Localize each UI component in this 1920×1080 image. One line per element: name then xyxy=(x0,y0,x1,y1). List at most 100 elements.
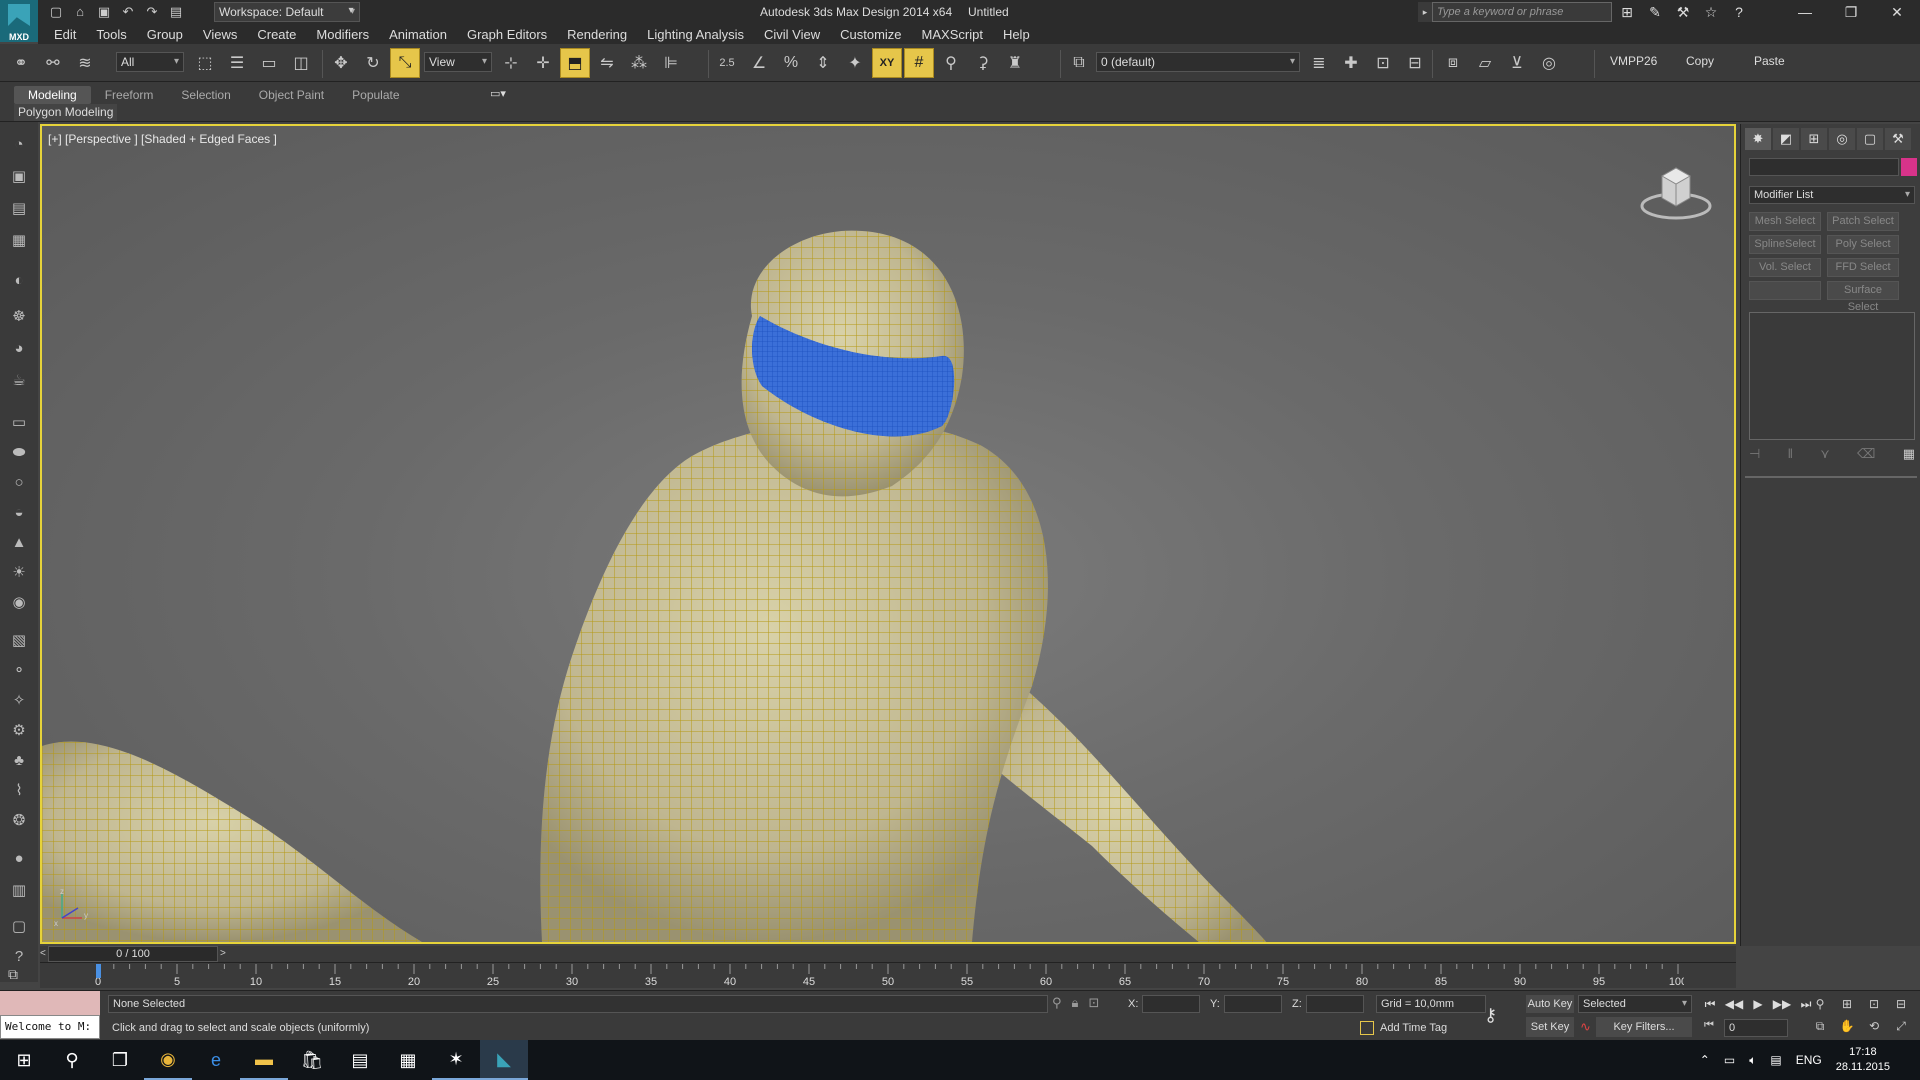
move-icon[interactable]: ✥ xyxy=(326,48,356,78)
remove-modifier-icon[interactable]: ⌫ xyxy=(1857,446,1875,466)
menu-create[interactable]: Create xyxy=(257,27,296,42)
volume-icon[interactable]: 🔈︎ xyxy=(1749,1053,1756,1068)
start-windows-icon[interactable]: ⊞ xyxy=(0,1040,48,1080)
align-icon[interactable]: ⊫ xyxy=(656,48,686,78)
helper-strip-icon[interactable]: ✧ xyxy=(6,688,32,712)
exchange-icon[interactable]: ⚒ xyxy=(1672,2,1694,22)
maxscript-input[interactable]: Welcome to M: xyxy=(0,1015,100,1039)
layers-strip-icon[interactable]: ▤ xyxy=(6,196,32,220)
restore-button[interactable]: ❐ xyxy=(1828,0,1874,24)
orbit-icon[interactable]: ⟲ xyxy=(1862,1017,1886,1035)
modify-tab-icon[interactable]: ◩ xyxy=(1773,128,1799,150)
unlink-icon[interactable]: ⚯ xyxy=(38,48,68,78)
file-explorer-icon[interactable]: ▬ xyxy=(240,1040,288,1080)
maxscript-strip-icon[interactable]: ▢ xyxy=(6,914,32,938)
character-mesh[interactable] xyxy=(42,126,1734,942)
schematic-view-icon[interactable]: ⊻ xyxy=(1502,48,1532,78)
minimize-button[interactable]: — xyxy=(1782,0,1828,24)
zoom-extents-icon[interactable]: ⊡ xyxy=(1862,995,1886,1013)
selection-filter-dropdown[interactable]: All xyxy=(116,52,184,72)
object-name-field[interactable] xyxy=(1749,158,1899,176)
current-frame-marker[interactable] xyxy=(96,964,101,978)
camera-strip-icon[interactable]: ◕ xyxy=(6,336,32,360)
modifier-list-dropdown[interactable]: Modifier List xyxy=(1749,186,1915,204)
render-setup-icon[interactable]: ♜ xyxy=(1000,48,1030,78)
menu-tools[interactable]: Tools xyxy=(96,27,126,42)
plane-strip-icon[interactable]: ▧ xyxy=(6,628,32,652)
modifier-stack[interactable] xyxy=(1749,312,1915,440)
settings-strip-icon[interactable]: ⚙ xyxy=(6,718,32,742)
motion-tab-icon[interactable]: ◎ xyxy=(1829,128,1855,150)
tray-expand-icon[interactable]: ⌃ xyxy=(1700,1053,1710,1067)
perspective-viewport[interactable]: [+] [Perspective ] [Shaded + Edged Faces… xyxy=(40,124,1736,944)
isolate-icon[interactable]: ⚲ xyxy=(1052,995,1062,1011)
set-key-button[interactable]: Set Key xyxy=(1526,1017,1574,1037)
menu-views[interactable]: Views xyxy=(203,27,237,42)
mesh-select-button[interactable]: Mesh Select xyxy=(1749,212,1821,231)
clock[interactable]: 17:18 28.11.2015 xyxy=(1836,1045,1890,1075)
manipulate-icon[interactable]: ✛ xyxy=(528,48,558,78)
undo-icon[interactable]: ↶ xyxy=(118,3,138,21)
language-indicator[interactable]: ENG xyxy=(1796,1053,1822,1067)
zoom-extents-all-icon[interactable]: ⊟ xyxy=(1889,995,1913,1013)
curve-editor-icon[interactable]: ⏥ xyxy=(1470,48,1500,78)
teapot-strip-icon[interactable]: ☕ xyxy=(6,368,32,392)
tab-freeform[interactable]: Freeform xyxy=(91,86,168,104)
layer-add-icon[interactable]: ≣ xyxy=(1304,48,1334,78)
menu-customize[interactable]: Customize xyxy=(840,27,901,42)
mirror-icon[interactable]: ⇋ xyxy=(592,48,622,78)
next-frame-icon[interactable]: ▶▶ xyxy=(1772,995,1792,1013)
photoshop-icon[interactable]: ✶ xyxy=(432,1040,480,1080)
grid-snap-icon[interactable]: # xyxy=(904,48,934,78)
copy-button[interactable]: Copy xyxy=(1686,54,1714,68)
empty-modifier-button[interactable] xyxy=(1749,281,1821,300)
pin-stack-icon[interactable]: ⊣ xyxy=(1749,446,1760,466)
select-by-name-icon[interactable]: ☰ xyxy=(222,48,252,78)
cone-strip-icon[interactable]: ▲ xyxy=(6,530,32,554)
favorites-star-icon[interactable]: ☆ xyxy=(1700,2,1722,22)
key-mode-toggle-icon[interactable]: ⏮ xyxy=(1704,1019,1714,1032)
help-icon[interactable]: ? xyxy=(1728,2,1750,22)
geosphere-strip-icon[interactable]: ◒ xyxy=(6,500,32,524)
viewport-layout-icon[interactable]: ◔ xyxy=(6,132,32,156)
axis-constraint-xy-icon[interactable]: XY xyxy=(872,48,902,78)
mini-curve-editor-icon[interactable]: ⧉ xyxy=(8,966,18,983)
close-button[interactable]: ✕ xyxy=(1874,0,1920,24)
play-icon[interactable]: ▶ xyxy=(1748,995,1768,1013)
surface-select-button[interactable]: Surface Select xyxy=(1827,281,1899,313)
box-strip-icon[interactable]: ▭ xyxy=(6,410,32,434)
bind-space-warp-icon[interactable]: ≋ xyxy=(70,48,100,78)
light-strip-icon[interactable]: ☀ xyxy=(6,560,32,584)
torus-strip-icon[interactable]: ◉ xyxy=(6,590,32,614)
tab-populate[interactable]: Populate xyxy=(338,86,413,104)
vmpp-button[interactable]: VMPP26 xyxy=(1610,54,1657,68)
render-strip-icon[interactable]: ● xyxy=(6,846,32,870)
time-slider-next-icon[interactable]: > xyxy=(220,946,230,962)
default-in-out-tangent-icon[interactable]: ∿ xyxy=(1580,1019,1591,1035)
previous-frame-icon[interactable]: ◀◀ xyxy=(1724,995,1744,1013)
set-key-mode-icon[interactable]: ⚷ xyxy=(1484,1005,1497,1026)
app-logo-button[interactable]: MXD xyxy=(0,0,38,42)
go-to-start-icon[interactable]: ⏮ xyxy=(1700,995,1720,1013)
display-strip-icon[interactable]: ◐ xyxy=(6,268,32,292)
patch-select-button[interactable]: Patch Select xyxy=(1827,212,1899,231)
layer-manager-icon[interactable]: ⧉ xyxy=(1064,48,1094,78)
current-frame-field[interactable]: 0 xyxy=(1724,1019,1788,1037)
notification-icon[interactable]: ▤ xyxy=(1770,1053,1781,1067)
scene-explorer-icon[interactable]: ⧈ xyxy=(1438,48,1468,78)
pin-stack-icon[interactable]: ⚲ xyxy=(936,48,966,78)
tools-strip-icon[interactable]: ▥ xyxy=(6,878,32,902)
utilities-tab-icon[interactable]: ⚒ xyxy=(1885,128,1911,150)
search-expand-icon[interactable]: ▸ xyxy=(1418,2,1432,22)
vol-select-button[interactable]: Vol. Select xyxy=(1749,258,1821,277)
workspace-dropdown[interactable]: Workspace: Default xyxy=(214,2,360,22)
hide-strip-icon[interactable]: ☸ xyxy=(6,304,32,328)
fov-icon[interactable]: ⧉ xyxy=(1808,1017,1832,1035)
sphere-strip-icon[interactable]: ○ xyxy=(6,470,32,494)
maxscript-listener-mini[interactable] xyxy=(0,991,100,1015)
display-tab-icon[interactable]: ▢ xyxy=(1857,128,1883,150)
list-strip-icon[interactable]: ▦ xyxy=(6,228,32,252)
polygon-modeling-panel[interactable]: Polygon Modeling xyxy=(14,104,118,121)
edit-named-selection-icon[interactable]: ✦ xyxy=(840,48,870,78)
layer-set-icon[interactable]: ⊟ xyxy=(1400,48,1430,78)
